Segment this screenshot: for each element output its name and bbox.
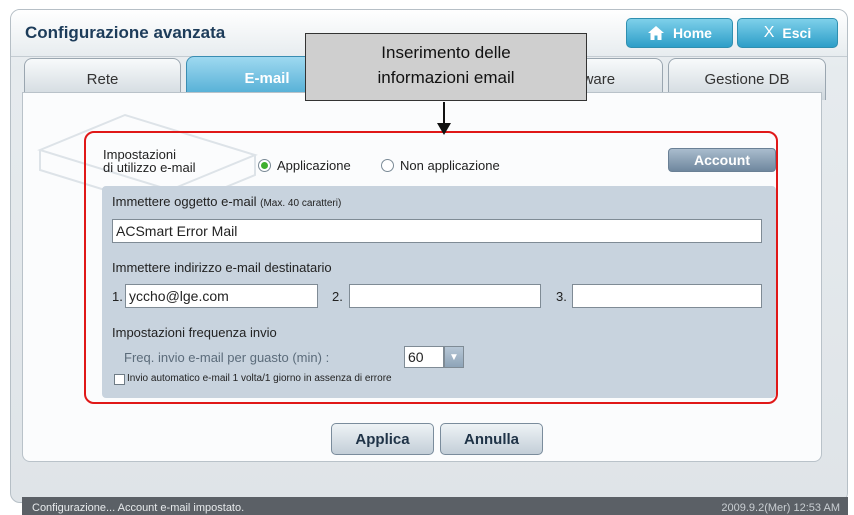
recipient-label: Immettere indirizzo e-mail destinatario	[112, 260, 332, 275]
usage-label-line2: di utilizzo e-mail	[103, 160, 196, 175]
recipient-2-number: 2.	[332, 289, 343, 304]
subject-label-text: Immettere oggetto e-mail	[112, 194, 257, 209]
subject-hint: (Max. 40 caratteri)	[260, 198, 342, 209]
usage-label: Impostazioni di utilizzo e-mail	[103, 148, 253, 174]
frequency-label: Impostazioni frequenza invio	[112, 325, 277, 340]
home-icon	[648, 26, 665, 40]
subject-label: Immettere oggetto e-mail (Max. 40 caratt…	[112, 194, 341, 209]
window-title: Configurazione avanzata	[25, 23, 226, 42]
exit-button[interactable]: X Esci	[737, 18, 838, 48]
radio-applicazione[interactable]: Applicazione	[258, 158, 351, 173]
subject-input[interactable]: ACSmart Error Mail	[112, 219, 762, 243]
recipient-3-number: 3.	[556, 289, 567, 304]
fault-frequency-label: Freq. invio e-mail per guasto (min) :	[124, 350, 330, 365]
radio-non-applicazione[interactable]: Non applicazione	[381, 158, 500, 173]
status-bar: Configurazione... Account e-mail imposta…	[22, 497, 848, 515]
close-icon: X	[763, 24, 775, 41]
recipient-1-input[interactable]: yccho@lge.com	[125, 284, 318, 308]
recipient-2-input[interactable]	[349, 284, 541, 308]
recipient-3-input[interactable]	[572, 284, 762, 308]
status-datetime: 2009.9.2(Mer) 12:53 AM	[721, 502, 840, 514]
exit-label: Esci	[782, 25, 812, 41]
home-label: Home	[673, 25, 712, 41]
home-button[interactable]: Home	[626, 18, 733, 48]
radio-applicazione-label: Applicazione	[277, 158, 351, 173]
arrow-down-icon	[437, 123, 451, 135]
fault-frequency-select[interactable]: 60	[404, 346, 444, 368]
chevron-down-icon[interactable]: ▼	[444, 346, 464, 368]
cancel-button[interactable]: Annulla	[440, 423, 543, 455]
account-button[interactable]: Account	[668, 148, 776, 172]
auto-send-checkbox[interactable]	[114, 374, 125, 385]
callout-line1: Inserimento delle	[381, 43, 511, 62]
annotation-callout: Inserimento delle informazioni email	[305, 33, 587, 101]
status-message: Configurazione... Account e-mail imposta…	[32, 502, 245, 514]
radio-selected-icon	[258, 159, 271, 172]
radio-non-applicazione-label: Non applicazione	[400, 158, 500, 173]
callout-line2: informazioni email	[377, 68, 515, 87]
recipient-1-number: 1.	[112, 289, 123, 304]
radio-unselected-icon	[381, 159, 394, 172]
apply-button[interactable]: Applica	[331, 423, 434, 455]
auto-send-label: Invio automatico e-mail 1 volta/1 giorno…	[127, 373, 392, 384]
